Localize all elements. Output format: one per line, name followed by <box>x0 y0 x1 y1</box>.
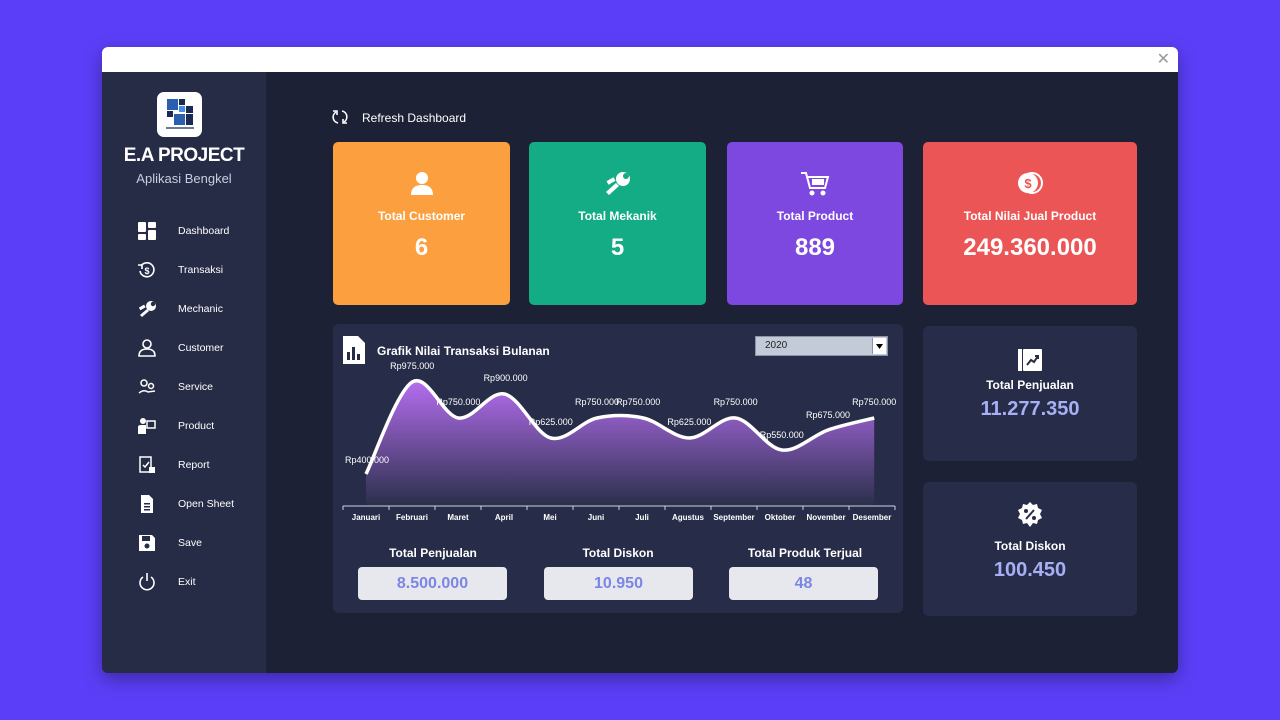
user-icon <box>138 339 156 357</box>
data-label: Rp975.000 <box>390 361 434 371</box>
sidebar-item-customer[interactable]: Customer <box>138 335 258 363</box>
power-icon <box>139 573 155 591</box>
stat-card-total-customer: Total Customer 6 <box>333 142 510 305</box>
report-icon <box>139 456 155 473</box>
data-label: Rp400.000 <box>345 455 389 465</box>
sidebar-item-open-sheet[interactable]: Open Sheet <box>138 491 258 519</box>
stat-card-total-mekanik: Total Mekanik 5 <box>529 142 706 305</box>
svg-text:$: $ <box>144 266 149 276</box>
x-tick-label: Desember <box>853 513 892 522</box>
sidebar-item-label: Transaksi <box>178 264 224 276</box>
service-icon <box>138 379 156 394</box>
data-label: Rp675.000 <box>806 410 850 420</box>
data-label: Rp750.000 <box>436 397 480 407</box>
x-tick-label: Juli <box>635 513 649 522</box>
data-label: Rp625.000 <box>529 417 573 427</box>
dashboard-grid-icon <box>138 222 156 240</box>
chart-panel: Grafik Nilai Transaksi Bulanan 2020 Janu… <box>333 324 903 613</box>
sidebar-item-transaksi[interactable]: $ Transaksi <box>138 257 258 285</box>
coin-icon: $ <box>1018 172 1043 194</box>
sidebar-item-label: Open Sheet <box>178 498 235 510</box>
sidebar-item-save[interactable]: Save <box>138 530 258 558</box>
data-label: Rp625.000 <box>667 417 711 427</box>
x-tick-label: Agustus <box>672 513 705 522</box>
sidebar-item-product[interactable]: Product <box>138 413 258 441</box>
stat-label: Total Mekanik <box>578 209 657 223</box>
data-label: Rp750.000 <box>714 397 758 407</box>
sidebar-item-label: Report <box>178 459 210 471</box>
stat-value: 249.360.000 <box>963 234 1097 261</box>
sales-chart-icon <box>1018 349 1042 371</box>
sidebar-item-service[interactable]: Service <box>138 374 258 402</box>
sidebar-item-label: Product <box>178 420 215 432</box>
x-tick-label: Oktober <box>765 513 796 522</box>
svg-text:$: $ <box>1024 176 1032 191</box>
sidebar-item-label: Mechanic <box>178 303 223 315</box>
x-tick-label: Maret <box>447 513 469 522</box>
side-card-value: 100.450 <box>993 559 1067 581</box>
sidebar-item-label: Save <box>178 537 202 549</box>
sidebar-item-report[interactable]: Report <box>138 452 258 480</box>
stat-value: 889 <box>794 234 836 261</box>
x-tick-label: Februari <box>396 513 428 522</box>
stat-label: Total Product <box>776 209 854 223</box>
wrench-icon <box>605 172 630 195</box>
sidebar-item-label: Customer <box>178 342 224 354</box>
percent-badge-icon <box>1018 502 1042 527</box>
stat-value: 5 <box>610 234 625 261</box>
sidebar-item-label: Service <box>178 381 214 393</box>
summary-value-diskon: 10.950 <box>544 567 693 600</box>
sidebar-item-label: Dashboard <box>178 225 230 237</box>
x-tick-label: September <box>713 513 754 522</box>
user-icon <box>410 172 433 195</box>
x-tick-label: Januari <box>352 513 380 522</box>
save-icon <box>139 535 155 551</box>
side-card-total-penjualan: Total Penjualan 11.277.350 <box>923 326 1137 461</box>
title-bar: ✕ <box>102 47 1178 72</box>
stat-label: Total Nilai Jual Product <box>963 209 1097 223</box>
stat-card-total-nilai-jual: $ Total Nilai Jual Product 249.360.000 <box>923 142 1137 305</box>
side-card-value: 11.277.350 <box>980 398 1080 420</box>
brand-title: E.A PROJECT <box>123 145 245 166</box>
cart-icon <box>801 172 830 196</box>
data-label: Rp750.000 <box>616 397 660 407</box>
sidebar: E.A PROJECT Aplikasi Bengkel Dashboard $… <box>102 72 266 673</box>
product-icon <box>138 418 156 434</box>
x-tick-label: April <box>495 513 513 522</box>
data-label: Rp550.000 <box>760 430 804 440</box>
side-card-total-diskon: Total Diskon 100.450 <box>923 482 1137 616</box>
close-icon[interactable]: ✕ <box>1157 49 1170 68</box>
logo <box>157 92 202 137</box>
summary-value-produk-terjual: 48 <box>729 567 878 600</box>
sidebar-item-exit[interactable]: Exit <box>138 569 258 597</box>
app-window: ✕ E.A PROJECT Aplikasi Bengkel Dashboard <box>102 47 1178 673</box>
sidebar-item-label: Exit <box>178 576 196 588</box>
x-tick-label: Mei <box>543 513 556 522</box>
refresh-icon <box>332 110 348 124</box>
summary-value-penjualan: 8.500.000 <box>358 567 507 600</box>
wrench-icon <box>138 301 156 317</box>
stat-card-total-product: Total Product 889 <box>727 142 903 305</box>
stat-value: 6 <box>414 234 429 261</box>
summary-label-produk-terjual: Total Produk Terjual <box>747 546 863 560</box>
x-tick-label: Juni <box>588 513 604 522</box>
data-label: Rp750.000 <box>852 397 896 407</box>
data-label: Rp750.000 <box>575 397 619 407</box>
x-tick-label: November <box>806 513 845 522</box>
side-card-label: Total Diskon <box>994 539 1066 553</box>
refresh-label: Refresh Dashboard <box>362 111 467 125</box>
side-card-label: Total Penjualan <box>986 378 1074 392</box>
sheet-icon <box>141 495 153 513</box>
stat-label: Total Customer <box>377 209 466 223</box>
data-label: Rp900.000 <box>484 373 528 383</box>
money-cycle-icon: $ <box>138 262 155 278</box>
sidebar-item-mechanic[interactable]: Mechanic <box>138 296 258 324</box>
brand-subtitle: Aplikasi Bengkel <box>136 171 232 186</box>
summary-label-diskon: Total Diskon <box>582 546 654 560</box>
monthly-transaction-chart: Januari Februari Maret April Mei Juni Juli Agus… <box>342 361 896 522</box>
summary-label-penjualan: Total Penjualan <box>389 546 477 560</box>
main-content: Refresh Dashboard Total Customer 6 Total… <box>266 72 1178 673</box>
sidebar-item-dashboard[interactable]: Dashboard <box>138 218 258 246</box>
